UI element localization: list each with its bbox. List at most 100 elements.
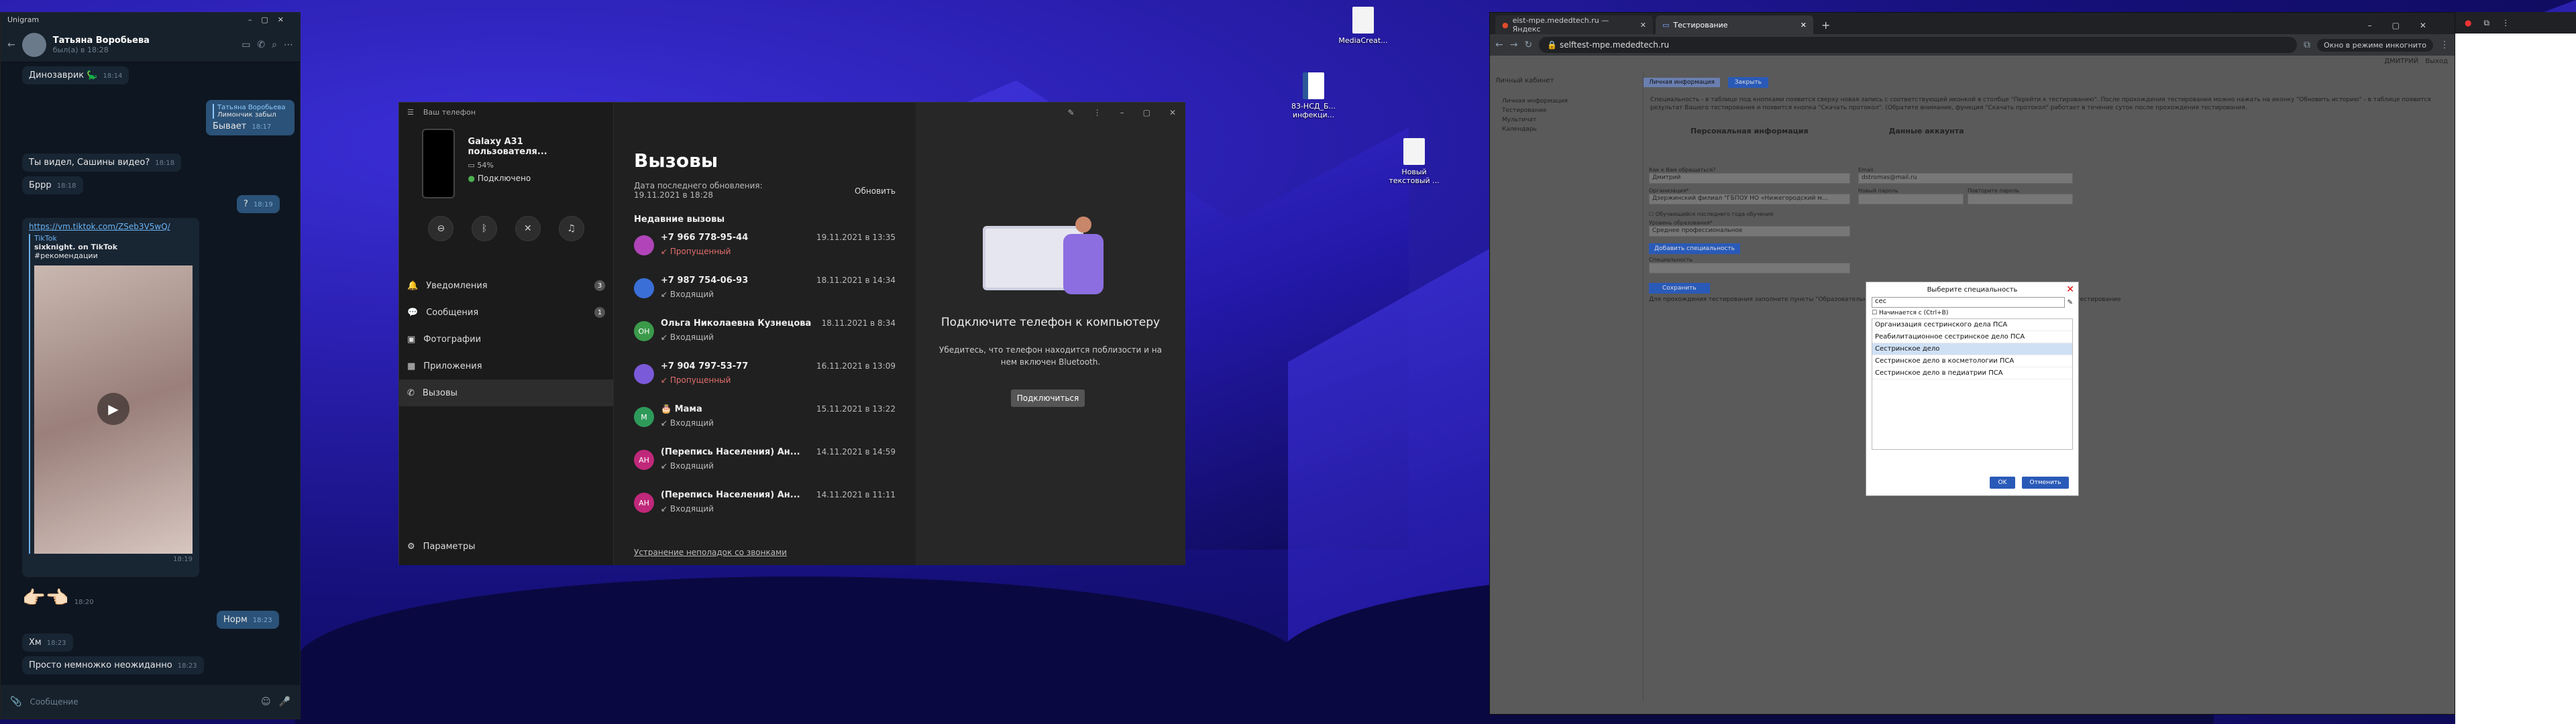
nav-label: Вызовы (422, 387, 458, 398)
message-link[interactable]: https://vm.tiktok.com/ZSeb3V5wQ/ (29, 222, 193, 231)
desktop-icon-word-doc[interactable]: 83-НСД_Б... инфекци... (1287, 72, 1340, 119)
call-item[interactable]: ОН Ольга Николаевна Кузнецова ↙ Входящий 18… (614, 318, 916, 361)
microphone-icon[interactable]: 🎤 (279, 697, 290, 707)
maximize-icon[interactable]: ▢ (1143, 108, 1150, 117)
desktop-icon-mediacreat[interactable]: MediaCreat... (1336, 7, 1390, 45)
nav-settings[interactable]: ⚙ Параметры (399, 533, 613, 560)
menu-icon[interactable]: ⋮ (2502, 18, 2510, 27)
specialty-option[interactable]: Сестринское дело в косметологии ПСА (1872, 355, 2072, 367)
message-bubble[interactable]: Татьяна Воробьева Лимончик забыл Бывает 1… (206, 100, 294, 135)
message-bubble[interactable]: ? 18:19 (237, 195, 280, 213)
specialty-option[interactable]: Реабилитационное сестринское дело ПСА (1872, 331, 2072, 343)
back-arrow-icon[interactable]: ← (7, 40, 15, 50)
refresh-button[interactable]: Обновить (855, 186, 896, 200)
save-button[interactable]: Сохранить (1649, 283, 1710, 294)
incognito-badge[interactable]: Окно в режиме инкогнито (2316, 38, 2433, 52)
message-bubble[interactable]: Бррр 18:18 (22, 176, 83, 194)
connect-button[interactable]: Подключиться (1011, 389, 1085, 407)
troubleshoot-link[interactable]: Устранение неполадок со звонками (634, 548, 787, 557)
message-input[interactable]: Сообщение (30, 697, 253, 707)
new-password-field[interactable] (1858, 194, 1964, 204)
specialty-option[interactable]: Организация сестринского дела ПСА (1872, 319, 2072, 331)
sidebar-item[interactable]: Календарь (1502, 125, 1631, 134)
message-bubble[interactable]: Просто немножко неожиданно 18:23 (22, 656, 204, 674)
window-controls[interactable]: –▢✕ (248, 15, 293, 25)
nav-calls[interactable]: ✆ Вызовы (399, 379, 613, 406)
link-preview-message[interactable]: https://vm.tiktok.com/ZSeb3V5wQ/ TikTok … (22, 218, 199, 577)
close-section-button[interactable]: Закрыть (1727, 77, 1768, 88)
bluetooth-button[interactable]: ᛒ (472, 216, 498, 241)
photo-icon: ▣ (407, 334, 416, 345)
close-icon[interactable]: ✕ (1169, 108, 1176, 117)
nav-apps[interactable]: ▦ Приложения (399, 353, 613, 379)
do-not-disturb-button[interactable]: ⊖ (428, 216, 454, 241)
level-select[interactable]: Среднее профессиональное (1649, 226, 1850, 237)
call-item[interactable]: М 🎂 Мама ↙ Входящий 15.11.2021 в 13:22 (614, 404, 916, 447)
nav-notifications[interactable]: 🔔 Уведомления 3 (399, 272, 613, 299)
checkbox[interactable]: ☐ (1649, 211, 1656, 217)
call-item[interactable]: +7 987 754-06-93 ↙ Входящий 18.11.2021 в 1… (614, 276, 916, 318)
new-tab-icon[interactable]: + (1816, 19, 1835, 34)
more-icon[interactable]: ⋮ (1093, 108, 1102, 117)
user-link[interactable]: ДМИТРИЙ (2384, 58, 2418, 67)
attach-icon[interactable]: 📎 (10, 697, 21, 707)
close-tab-icon[interactable]: ✕ (1801, 21, 1807, 29)
message-bubble[interactable]: Норм 18:23 (217, 611, 279, 629)
message-bubble[interactable]: 👉🏻👈🏻 18:20 (22, 587, 94, 609)
message-bubble[interactable]: Хм 18:23 (22, 634, 73, 652)
video-thumbnail[interactable]: ▶ (34, 265, 193, 554)
tab-testing[interactable]: ▭ Тестирование ✕ (1656, 15, 1813, 34)
add-specialty-button[interactable]: Добавить специальность (1649, 243, 1740, 254)
specialty-search-input[interactable]: сес (1872, 297, 2065, 308)
phone-icon[interactable]: ✆ (257, 40, 265, 50)
specialty-option[interactable]: Сестринское дело (1872, 343, 2072, 355)
nav-photos[interactable]: ▣ Фотографии (399, 326, 613, 353)
call-item[interactable]: АН (Перепись Населения) Ан... ↙ Входящий 14… (614, 490, 916, 533)
call-item[interactable]: +7 966 778-95-44 ↙ Пропущенный 19.11.2021 … (614, 233, 916, 276)
sidebar-item[interactable]: Личная информация (1502, 97, 1631, 106)
checkbox[interactable]: ☐ (1872, 310, 1879, 316)
clear-icon[interactable]: ✎ (2068, 299, 2073, 306)
play-icon[interactable]: ▶ (97, 393, 129, 425)
hamburger-icon[interactable]: ☰ (407, 108, 414, 117)
emoji-icon[interactable]: ☺ (261, 697, 271, 707)
minimize-icon[interactable]: – (1120, 108, 1124, 117)
tab-personal-info[interactable]: Личная информация (1644, 78, 1720, 87)
email-field[interactable]: dstromas@mail.ru (1858, 173, 2073, 184)
avatar[interactable] (21, 32, 46, 57)
sidebar-item[interactable]: Тестирование (1502, 106, 1631, 115)
specialty-option[interactable]: Сестринское дело в педиатрии ПСА (1872, 367, 2072, 379)
call-item[interactable]: +7 904 797-53-77 ↙ Пропущенный 16.11.2021 … (614, 361, 916, 404)
forward-icon[interactable]: → (1510, 40, 1518, 50)
message-bubble[interactable]: Ты видел, Сашины видео? 18:18 (22, 154, 182, 172)
music-button[interactable]: ♫ (558, 216, 584, 241)
sidebar-item[interactable]: Мультичат (1502, 115, 1631, 125)
name-field[interactable]: Дмитрий (1649, 173, 1850, 184)
address-bar[interactable]: 🔒 selftest-mpe.mededtech.ru (1539, 37, 2297, 53)
window-controls[interactable]: –▢✕ (2360, 21, 2455, 34)
pin-icon[interactable]: ✎ (1068, 108, 1075, 117)
mute-button[interactable]: ✕ (515, 216, 541, 241)
desktop-icon-new-text[interactable]: Новый текстовый ... (1387, 138, 1441, 185)
extension-icon[interactable]: ⧉ (2483, 18, 2489, 28)
nav-messages[interactable]: 💬 Сообщения 1 (399, 299, 613, 326)
more-icon[interactable]: ⋯ (284, 40, 293, 50)
repeat-password-field[interactable] (1968, 194, 2073, 204)
video-call-icon[interactable]: ▭ (241, 40, 250, 50)
close-tab-icon[interactable]: ✕ (1640, 21, 1646, 29)
search-icon[interactable]: ⌕ (272, 40, 277, 50)
message-bubble[interactable]: Динозаврик 🦕 18:14 (22, 66, 129, 84)
cancel-button[interactable]: Отменить (2022, 477, 2069, 489)
record-icon[interactable]: ● (2465, 18, 2471, 27)
call-item[interactable]: АН (Перепись Населения) Ан... ↙ Входящий 14… (614, 447, 916, 490)
specialty-field[interactable] (1649, 263, 1850, 274)
ok-button[interactable]: OK (1990, 477, 2015, 489)
reload-icon[interactable]: ↻ (1524, 40, 1532, 50)
extension-icon[interactable]: ⧉ (2304, 40, 2310, 50)
menu-icon[interactable]: ⋮ (2440, 40, 2449, 50)
tab-eist[interactable]: ● eist-mpe.mededtech.ru — Яндекс ✕ (1495, 15, 1653, 34)
org-field[interactable]: Дзержинский филиал "ГБПОУ НО «Нижегородс… (1649, 194, 1850, 204)
close-icon[interactable]: ✕ (2066, 284, 2074, 295)
back-icon[interactable]: ← (1495, 40, 1503, 50)
logout-link[interactable]: Выход (2425, 58, 2448, 67)
